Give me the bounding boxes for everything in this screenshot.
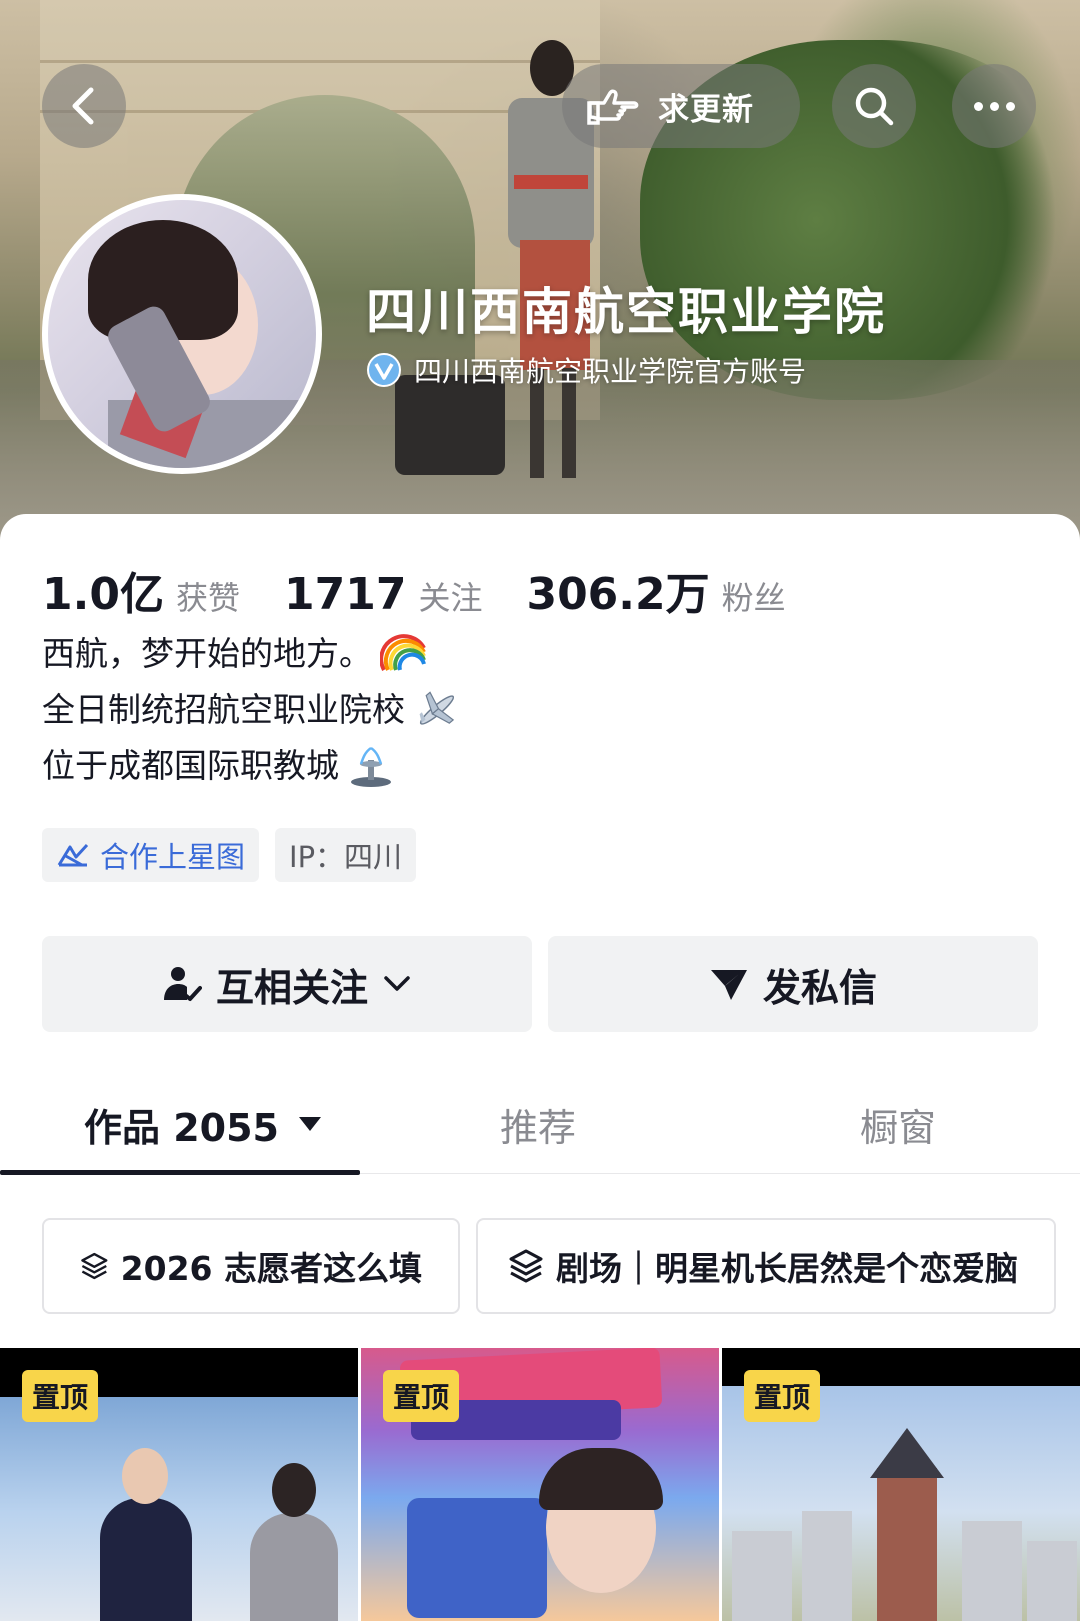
rainbow-emoji-icon xyxy=(379,630,428,678)
layers-icon xyxy=(509,1249,543,1283)
tab-works[interactable]: 作品 2055 xyxy=(84,1074,321,1174)
video-thumbnail[interactable]: 置顶 xyxy=(722,1348,1080,1621)
stat-following-label: 关注 xyxy=(418,579,483,617)
star-map-icon xyxy=(57,843,89,867)
stat-following[interactable]: 1717 关注 xyxy=(284,569,482,620)
bio: 西航，梦开始的地方。 全日制统招航空职业院校 位于成都国际职教城 xyxy=(42,626,461,794)
pinned-badge: 置顶 xyxy=(22,1370,99,1422)
collections-row: 2026 志愿者这么填 剧场｜明星机长居然是个恋爱脑 xyxy=(42,1218,1056,1314)
stat-following-value: 1717 xyxy=(283,569,407,620)
bio-line-2: 全日制统招航空职业院校 xyxy=(42,690,405,729)
chevron-left-icon xyxy=(72,87,94,125)
stat-followers-value: 306.2万 xyxy=(526,569,710,620)
stat-likes-value: 1.0亿 xyxy=(42,569,164,620)
collection-chip-label: 剧场｜明星机长居然是个恋爱脑 xyxy=(556,1249,1018,1288)
mutual-follow-label: 互相关注 xyxy=(215,965,368,1010)
send-message-button[interactable]: 发私信 xyxy=(548,936,1038,1032)
request-update-button[interactable]: 求更新 xyxy=(562,64,800,148)
airplane-emoji-icon xyxy=(413,686,461,734)
verified-badge-icon xyxy=(367,353,401,387)
more-button[interactable] xyxy=(952,64,1036,148)
avatar[interactable] xyxy=(42,194,322,474)
layers-icon xyxy=(81,1252,108,1280)
actions-row: 互相关注 发私信 xyxy=(42,936,1038,1032)
search-icon xyxy=(855,87,894,126)
search-button[interactable] xyxy=(832,64,916,148)
pinned-badge: 置顶 xyxy=(744,1370,821,1422)
more-icon xyxy=(973,101,1015,111)
video-grid: 置顶 置顶 置顶 xyxy=(0,1348,1080,1621)
collection-chip[interactable]: 2026 志愿者这么填 xyxy=(42,1218,460,1314)
tab-shop-window-label: 橱窗 xyxy=(860,1105,937,1150)
clock-tower xyxy=(877,1468,937,1621)
send-icon xyxy=(710,970,747,1000)
ip-location-label: IP：四川 xyxy=(289,840,403,874)
verified-row: 四川西南航空职业学院官方账号 xyxy=(366,350,806,390)
pointing-hand-icon xyxy=(587,89,639,125)
banner-suitcase xyxy=(395,375,505,475)
tab-recommend[interactable]: 推荐 xyxy=(500,1074,576,1174)
send-message-label: 发私信 xyxy=(762,965,877,1010)
stat-followers-label: 粉丝 xyxy=(721,579,786,617)
collection-chip[interactable]: 剧场｜明星机长居然是个恋爱脑 xyxy=(476,1218,1056,1314)
content-tabs: 作品 2055 推荐 橱窗 xyxy=(0,1074,1080,1175)
tab-indicator xyxy=(0,1170,360,1175)
chevron-down-icon xyxy=(384,976,410,991)
stat-likes-label: 获赞 xyxy=(175,579,240,617)
xingtu-cooperate-label: 合作上星图 xyxy=(100,840,246,874)
tab-works-label: 作品 2055 xyxy=(84,1105,279,1150)
bio-line-3: 位于成都国际职教城 xyxy=(42,746,339,785)
mutual-follow-button[interactable]: 互相关注 xyxy=(42,936,532,1032)
user-check-icon xyxy=(163,967,202,1001)
tab-recommend-label: 推荐 xyxy=(500,1105,577,1150)
profile-card: 1.0亿 获赞 1717 关注 306.2万 粉丝 西航，梦开始的地方。 全日制… xyxy=(0,514,1080,1621)
video-thumbnail[interactable]: 置顶 xyxy=(0,1348,358,1621)
ip-location-tag: IP：四川 xyxy=(275,828,417,882)
bio-line-1: 西航，梦开始的地方。 xyxy=(42,634,372,673)
verified-label: 四川西南航空职业学院官方账号 xyxy=(414,355,807,388)
back-button[interactable] xyxy=(42,64,126,148)
profile-name: 四川西南航空职业学院 xyxy=(366,283,886,341)
tab-shop-window[interactable]: 橱窗 xyxy=(860,1074,936,1174)
stats-row: 1.0亿 获赞 1717 关注 306.2万 粉丝 xyxy=(42,558,830,622)
tags-row: 合作上星图 IP：四川 xyxy=(42,828,417,882)
request-update-label: 求更新 xyxy=(658,91,754,128)
stat-likes[interactable]: 1.0亿 获赞 xyxy=(42,558,240,622)
pinned-badge: 置顶 xyxy=(383,1370,460,1422)
caret-down-icon xyxy=(299,1117,321,1131)
collection-chip-label: 2026 志愿者这么填 xyxy=(120,1249,422,1288)
video-thumbnail[interactable]: 置顶 xyxy=(361,1348,719,1621)
fountain-emoji-icon xyxy=(347,742,395,790)
stat-followers[interactable]: 306.2万 粉丝 xyxy=(526,558,785,622)
xingtu-cooperate-tag[interactable]: 合作上星图 xyxy=(42,828,260,882)
